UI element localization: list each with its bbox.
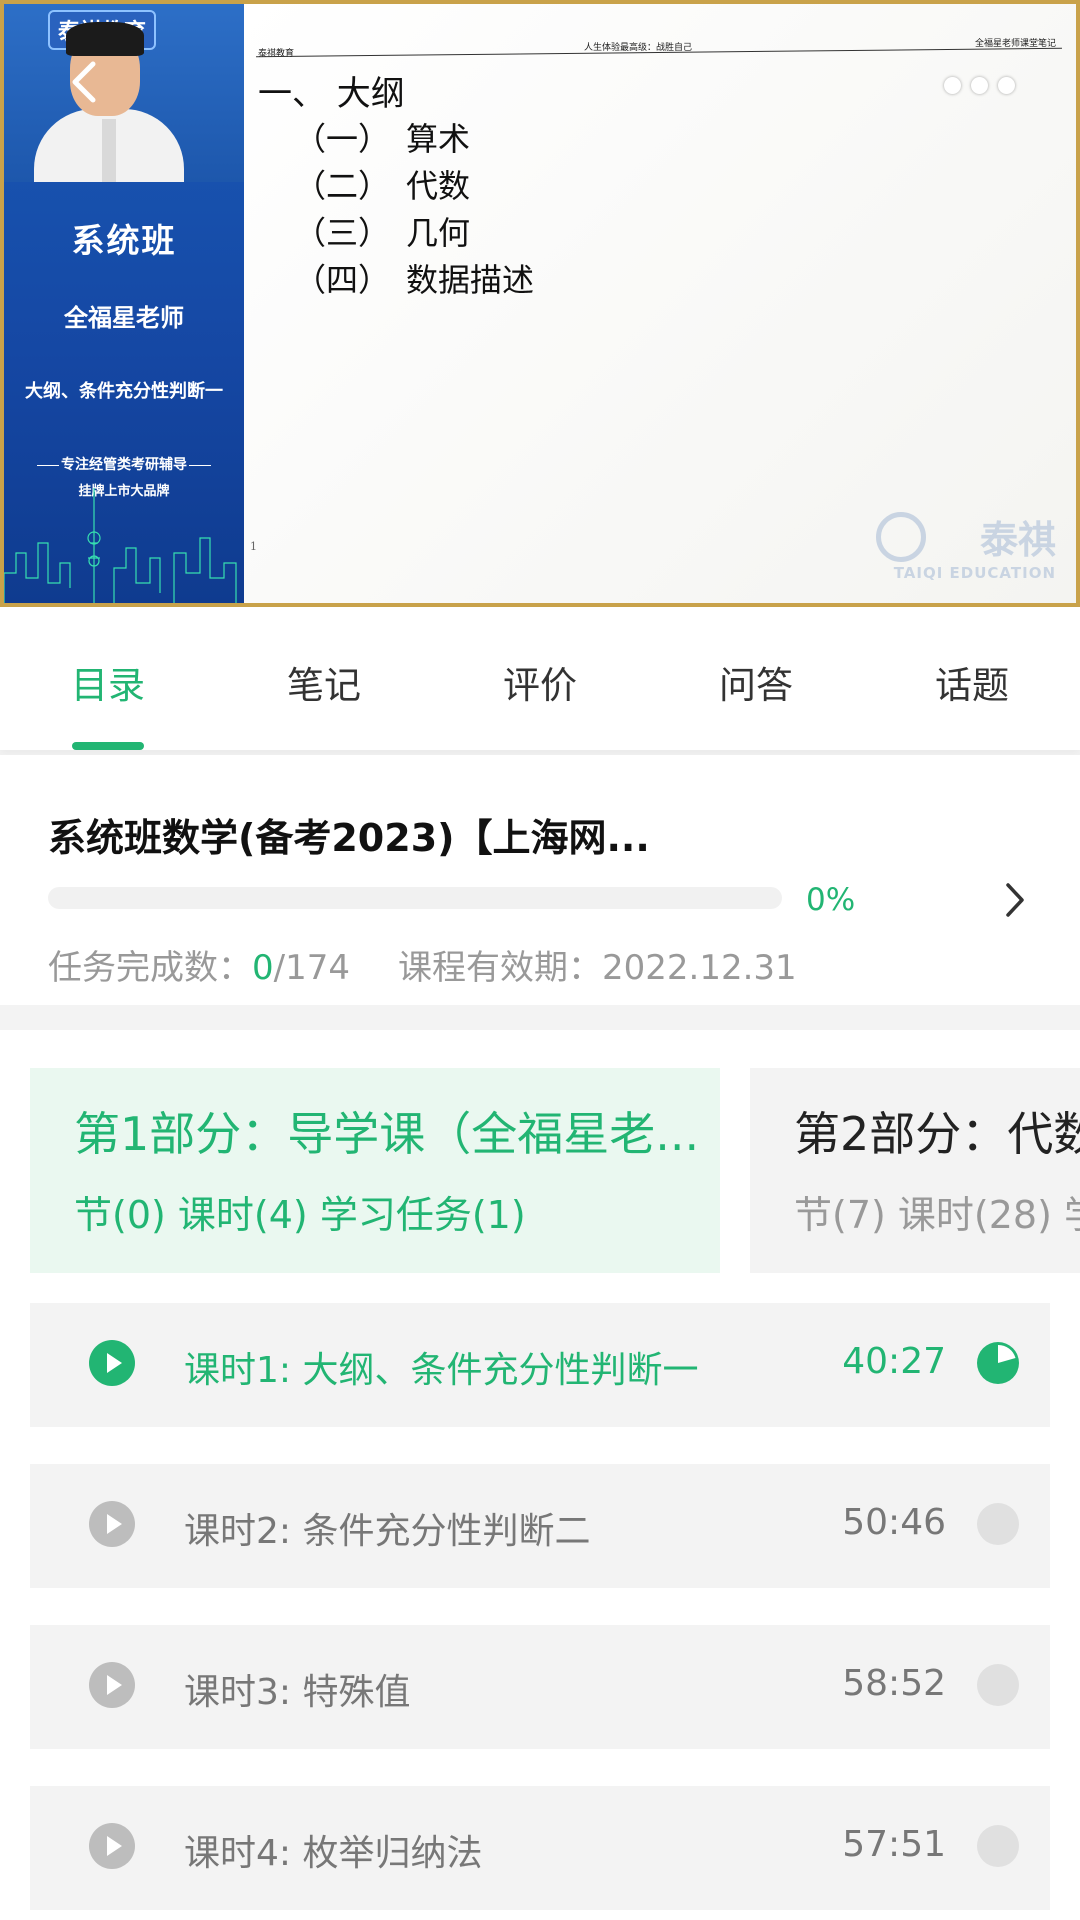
back-chevron-icon	[72, 61, 96, 103]
part-title: 第2部分：代数	[794, 1107, 1080, 1161]
lecture-topic: 大纲、条件充分性判断一	[25, 381, 223, 402]
more-dots-icon	[944, 76, 961, 94]
city-skyline-icon	[4, 488, 237, 603]
back-button[interactable]	[62, 60, 106, 104]
tab-topics[interactable]: 话题	[864, 607, 1080, 750]
lesson-row[interactable]: 课时2: 条件充分性判断二 50:46	[30, 1464, 1050, 1588]
play-circle-icon	[89, 1823, 135, 1869]
task-count-total: /174	[273, 948, 350, 988]
tab-bar: 目录 笔记 评价 问答 话题	[0, 607, 1080, 750]
watermark-cn: 泰祺	[979, 517, 1056, 562]
lesson-duration: 58:52	[842, 1663, 946, 1704]
tab-reviews[interactable]: 评价	[432, 607, 648, 750]
progress-pie-icon	[977, 1342, 1019, 1384]
video-player[interactable]: 泰祺教育 系统班 全福星老师 大纲、条件充分性判断一 专注经管类考研辅导 挂牌上…	[0, 0, 1080, 607]
part-card-2[interactable]: 第2部分：代数 节(7) 课时(28) 学	[750, 1068, 1080, 1273]
lesson-row[interactable]: 课时1: 大纲、条件充分性判断一 40:27	[30, 1303, 1050, 1427]
part-title: 第1部分：导学课（全福星老...	[74, 1107, 700, 1161]
lesson-duration: 40:27	[842, 1341, 946, 1382]
task-count-label: 任务完成数：	[48, 948, 252, 988]
lecture-side-banner: 泰祺教育 系统班 全福星老师 大纲、条件充分性判断一 专注经管类考研辅导 挂牌上…	[4, 4, 244, 603]
play-circle-icon	[89, 1501, 135, 1547]
slogan-text: 专注经管类考研辅导	[61, 457, 187, 473]
lesson-row[interactable]: 课时4: 枚举归纳法 57:51	[30, 1786, 1050, 1910]
teacher-camera-feed: 泰祺教育	[4, 4, 244, 182]
watermark-en: TAIQI EDUCATION	[893, 564, 1056, 582]
task-count-done: 0	[252, 948, 274, 988]
outline-item: （四） 数据描述	[294, 261, 535, 299]
lesson-title: 课时1: 大纲、条件充分性判断一	[184, 1350, 699, 1391]
lesson-duration: 50:46	[842, 1502, 946, 1543]
course-meta: 任务完成数：0/174 课程有效期：2022.12.31	[48, 940, 797, 989]
lesson-row[interactable]: 课时3: 特殊值 58:52	[30, 1625, 1050, 1749]
lesson-title: 课时2: 条件充分性判断二	[184, 1511, 591, 1552]
play-circle-icon	[89, 1662, 135, 1708]
play-circle-icon	[89, 1340, 135, 1386]
part-card-1[interactable]: 第1部分：导学课（全福星老... 节(0) 课时(4) 学习任务(1)	[30, 1068, 720, 1273]
progress-pie-icon	[977, 1664, 1019, 1706]
watermark: 泰祺 TAIQI EDUCATION	[894, 509, 1056, 582]
course-summary[interactable]: 系统班数学(备考2023)【上海网... 0% 任务完成数：0/174 课程有效期…	[0, 755, 1080, 1005]
class-name: 系统班	[71, 221, 177, 260]
outline-heading: 一、 大纲	[258, 74, 405, 114]
lesson-duration: 57:51	[842, 1824, 946, 1865]
teacher-body	[34, 109, 184, 182]
course-validity: 课程有效期：2022.12.31	[398, 948, 797, 988]
course-catalog: 第1部分：导学课（全福星老... 节(0) 课时(4) 学习任务(1) 第2部分…	[0, 1030, 1080, 1920]
course-progress-bar	[48, 887, 782, 909]
lesson-title: 课时3: 特殊值	[184, 1672, 411, 1713]
more-dots-icon	[971, 76, 988, 94]
teacher-name: 全福星老师	[64, 304, 184, 332]
lesson-title: 课时4: 枚举归纳法	[184, 1833, 483, 1874]
progress-pie-icon	[977, 1503, 1019, 1545]
more-dots-icon	[998, 76, 1015, 94]
part-stats: 节(0) 课时(4) 学习任务(1)	[74, 1193, 526, 1237]
progress-pie-icon	[977, 1825, 1019, 1867]
video-frame: 泰祺教育 系统班 全福星老师 大纲、条件充分性判断一 专注经管类考研辅导 挂牌上…	[4, 4, 1076, 603]
tab-catalog[interactable]: 目录	[0, 607, 216, 750]
teacher-hair	[66, 22, 144, 56]
course-title: 系统班数学(备考2023)【上海网...	[48, 816, 650, 860]
outline-item: （三） 几何	[294, 214, 471, 252]
tab-qa[interactable]: 问答	[648, 607, 864, 750]
slogan: 专注经管类考研辅导	[4, 454, 244, 474]
outline-item: （一） 算术	[294, 120, 471, 158]
more-options-button[interactable]	[944, 70, 1030, 100]
part-stats: 节(7) 课时(28) 学	[794, 1193, 1080, 1237]
course-progress-percent: 0%	[806, 882, 856, 918]
part-selector: 第1部分：导学课（全福星老... 节(0) 课时(4) 学习任务(1) 第2部分…	[30, 1068, 1080, 1273]
tab-notes[interactable]: 笔记	[216, 607, 432, 750]
chevron-right-icon[interactable]	[1000, 875, 1030, 925]
slide-page-number: 1	[250, 540, 257, 553]
outline-item: （二） 代数	[294, 167, 471, 205]
